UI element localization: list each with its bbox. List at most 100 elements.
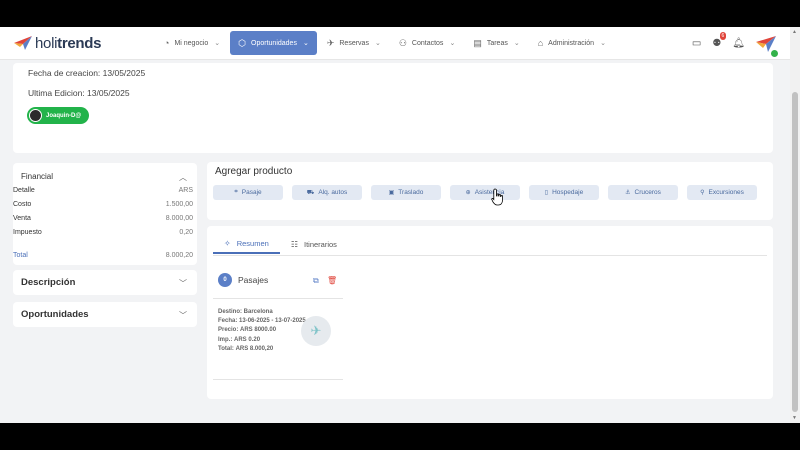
bank-icon: ⌂ [537, 38, 544, 48]
map-pin-icon: ⚲ [700, 190, 705, 196]
pin-icon: ✧ [224, 238, 231, 248]
pasajes-header: 0 Pasajes [218, 273, 268, 287]
copy-icon[interactable]: ⧉ [313, 276, 319, 286]
nav-reservas[interactable]: ✈ Reservas ⌄ [319, 31, 389, 55]
bell-icon[interactable]: 🔔︎ [732, 38, 745, 49]
nav-label: Tareas [486, 39, 508, 47]
financial-title: Financial [21, 172, 54, 181]
pasaje-button[interactable]: ⌗ Pasaje [213, 185, 283, 200]
excursiones-button[interactable]: ⚲ Excursiones [687, 185, 757, 200]
alq-autos-button[interactable]: ⛟ Alq. autos [292, 185, 362, 200]
add-product-title: Agregar producto [215, 166, 293, 177]
chevron-down-icon: ⌄ [302, 40, 309, 47]
top-navbar: holitrends ◔ Mi negocio ⌄ ⬡ Oportunidades ⌄ … [0, 27, 790, 60]
tab-resumen[interactable]: ✧ Resumen [213, 234, 280, 254]
medical-kit-icon: ⊕ [465, 190, 471, 196]
detail-line: Destino: Barcelona [218, 309, 273, 315]
opportunity-info-card: Fecha de creacion: 13/05/2025 Ultima Edi… [13, 63, 773, 153]
chart-pie-icon: ◔ [164, 38, 170, 48]
financial-row: Costo 1.500,00 [13, 201, 193, 208]
user-chip[interactable]: Joaquin-D@ [27, 107, 90, 124]
nav-label: Oportunidades [251, 39, 297, 47]
avatar[interactable] [756, 34, 779, 58]
trash-icon[interactable]: 🗑︎ [327, 276, 337, 285]
hand-cursor-icon [491, 188, 503, 206]
nav-administracion[interactable]: ⌂ Administración ⌄ [530, 31, 614, 55]
hotel-icon: ▯ [544, 190, 549, 196]
cruceros-button[interactable]: ⚓︎ Cruceros [608, 185, 678, 200]
chevron-down-icon[interactable]: ﹀ [179, 310, 187, 321]
financial-row: Detalle ARS [13, 187, 193, 194]
users-icon: ⚇ [398, 37, 407, 48]
main-nav: ◔ Mi negocio ⌄ ⬡ Oportunidades ⌄ ✈ Reservas ⌄ … [156, 27, 616, 60]
scroll-down-icon[interactable]: ▼ [792, 415, 797, 421]
scroll-up-icon[interactable]: ▲ [792, 29, 797, 35]
opportunities-title: Oportunidades [21, 309, 89, 320]
bus-icon: ▣ [388, 190, 395, 196]
logo-plane-icon [14, 36, 32, 50]
scroll-thumb[interactable] [792, 92, 798, 412]
description-title: Descripción [21, 277, 76, 288]
chevron-down-icon: ⌄ [214, 40, 221, 47]
car-icon: ⛟ [306, 189, 315, 196]
app-viewport: holitrends ◔ Mi negocio ⌄ ⬡ Oportunidades ⌄ … [0, 27, 800, 423]
description-panel[interactable]: Descripción ﹀ [13, 270, 197, 295]
plane-icon: ✈ [326, 37, 335, 48]
detail-line: Total: ARS 8.000,20 [218, 345, 274, 352]
pasajes-count-badge: 0 [218, 273, 232, 287]
screen-share-icon[interactable]: ▭ [692, 38, 701, 49]
financial-row: Venta 8.000,00 [13, 215, 193, 222]
chevron-up-icon[interactable]: ︿ [179, 172, 187, 183]
chevron-down-icon: ⌄ [513, 40, 520, 47]
online-status-icon [770, 48, 779, 58]
notification-badge: 6 [719, 32, 727, 40]
pasajes-title: Pasajes [238, 275, 269, 285]
financial-row: Impuesto 0,20 [13, 229, 193, 236]
summary-card: ✧ Resumen ☷ Itinerarios 0 Pasajes ⧉ 🗑︎ Des… [207, 226, 773, 399]
scrollbar[interactable]: ▲ ▼ [790, 27, 800, 423]
chevron-down-icon: ⌄ [374, 40, 381, 47]
created-date: Fecha de creacion: 13/05/2025 [28, 68, 146, 78]
detail-line: Fecha: 13-06-2025 - 13-07-2025 [218, 318, 306, 325]
financial-panel: Financial ︿ Detalle ARS Costo 1.500,00 Ven… [13, 163, 197, 265]
top-icons: ▭ ⚉ 6 🔔︎ [692, 27, 790, 60]
ticket-icon: ⌗ [234, 189, 238, 195]
asistencia-button[interactable]: ⊕ Asistencia [450, 185, 520, 200]
user-avatar [29, 109, 42, 122]
nav-label: Reservas [339, 39, 369, 47]
product-buttons: ⌗ Pasaje ⛟ Alq. autos ▣ Traslado ⊕ Asistenci… [213, 185, 766, 200]
detail-line: Precio: ARS 8000.00 [218, 327, 277, 334]
cube-icon: ⬡ [238, 37, 247, 48]
nav-contactos[interactable]: ⚇ Contactos ⌄ [391, 31, 463, 55]
traslado-button[interactable]: ▣ Traslado [371, 185, 441, 200]
chevron-down-icon[interactable]: ﹀ [179, 278, 187, 289]
pasajes-details: Destino: Barcelona Fecha: 13-06-2025 - 1… [218, 308, 306, 354]
user-notifications-icon[interactable]: ⚉ 6 [712, 32, 727, 49]
edited-date: Ultima Edicion: 13/05/2025 [28, 88, 130, 98]
brand-name: holitrends [35, 34, 102, 52]
tab-itinerarios[interactable]: ☷ Itinerarios [280, 234, 348, 254]
pasajes-card: 0 Pasajes ⧉ 🗑︎ Destino: Barcelona Fecha:… [213, 266, 343, 380]
add-product-card: Agregar producto ⌗ Pasaje ⛟ Alq. autos ▣ Tr… [207, 162, 773, 220]
divider [213, 298, 343, 299]
financial-total-row: Total 8.000,20 [13, 252, 193, 259]
list-icon: ☷ [290, 239, 298, 249]
divider [213, 379, 343, 380]
user-chip-label: Joaquin-D@ [46, 112, 82, 119]
tabs-divider [213, 255, 767, 256]
tabs: ✧ Resumen ☷ Itinerarios [213, 234, 348, 254]
nav-label: Contactos [411, 39, 444, 47]
brand-logo[interactable]: holitrends [14, 35, 144, 52]
hospedaje-button[interactable]: ▯ Hospedaje [529, 185, 599, 200]
nav-label: Administración [548, 39, 595, 47]
nav-label: Mi negocio [174, 39, 209, 47]
chevron-down-icon: ⌄ [600, 40, 606, 47]
nav-mi-negocio[interactable]: ◔ Mi negocio ⌄ [156, 31, 228, 55]
plane-icon: ✈ [301, 316, 331, 346]
nav-tareas[interactable]: ▤ Tareas ⌄ [465, 31, 527, 55]
opportunities-panel[interactable]: Oportunidades ﹀ [13, 302, 197, 327]
chevron-down-icon: ⌄ [449, 40, 456, 47]
anchor-icon: ⚓︎ [625, 190, 631, 196]
detail-line: Imp.: ARS 0.20 [218, 336, 261, 343]
nav-oportunidades[interactable]: ⬡ Oportunidades ⌄ [230, 31, 317, 55]
